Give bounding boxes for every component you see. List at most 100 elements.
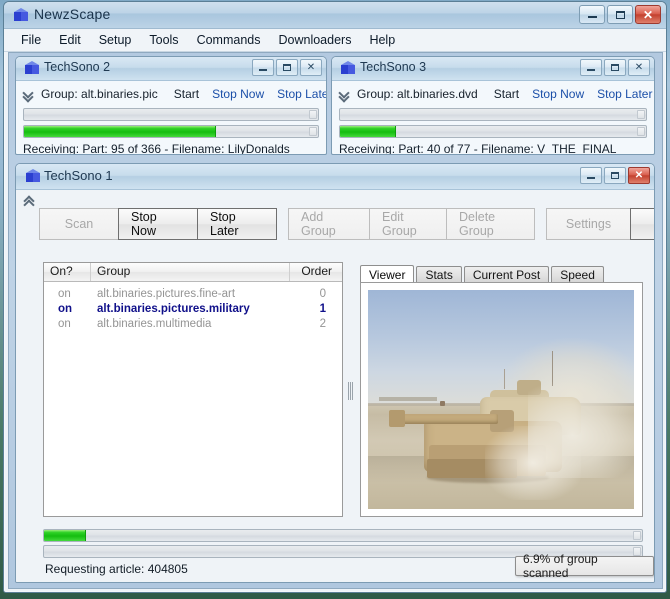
main-window: NewzScape ✕ File Edit Setup Tools Comman… bbox=[3, 1, 667, 593]
downloader-3-window-buttons: ✕ bbox=[580, 59, 650, 76]
downloader-2-titlebar[interactable]: TechSono 2 ✕ bbox=[16, 57, 326, 81]
downloader-2-body: Group: alt.binaries.pic Start Stop Now S… bbox=[16, 81, 326, 155]
row-order-cell: 0 bbox=[290, 288, 342, 300]
techsono1-title: TechSono 1 bbox=[44, 168, 113, 183]
row-order-cell: 2 bbox=[290, 318, 342, 330]
minimize-button[interactable] bbox=[580, 59, 602, 76]
app-title: NewzScape bbox=[34, 6, 111, 22]
downloader-3-progress-top bbox=[339, 108, 647, 121]
row-group-cell: alt.binaries.multimedia bbox=[91, 318, 290, 330]
close-button[interactable]: ✕ bbox=[635, 5, 661, 24]
maximize-button[interactable] bbox=[604, 59, 626, 76]
row-group-cell: alt.binaries.pictures.military bbox=[91, 303, 290, 315]
techsono1-window-buttons: ✕ bbox=[580, 167, 650, 184]
group-list-header: On? Group Order bbox=[44, 263, 342, 282]
table-row[interactable]: on alt.binaries.multimedia 2 bbox=[44, 316, 342, 331]
chevron-double-up-icon[interactable] bbox=[23, 194, 37, 208]
downloader-window-techsono-3: TechSono 3 ✕ Group: alt.binaries.dvd bbox=[331, 56, 655, 155]
close-button[interactable]: ✕ bbox=[628, 59, 650, 76]
help-button[interactable]: Help bbox=[630, 208, 655, 240]
cube-icon bbox=[26, 169, 40, 183]
stop-later-button[interactable]: Stop Later bbox=[197, 208, 277, 240]
scan-button[interactable]: Scan bbox=[39, 208, 119, 240]
maximize-button[interactable] bbox=[604, 167, 626, 184]
minimize-button[interactable] bbox=[252, 59, 274, 76]
minimize-button[interactable] bbox=[579, 5, 605, 24]
downloader-3-actions: Start Stop Now Stop Later bbox=[494, 87, 653, 101]
mdi-client-area: TechSono 2 ✕ Group: alt.binaries.pic bbox=[8, 52, 663, 589]
row-group-cell: alt.binaries.pictures.fine-art bbox=[91, 288, 290, 300]
stop-now-button[interactable]: Stop Now bbox=[118, 208, 198, 240]
table-row[interactable]: on alt.binaries.pictures.fine-art 0 bbox=[44, 286, 342, 301]
row-on-cell: on bbox=[44, 318, 91, 330]
downloader-2-group-label: Group: alt.binaries.pic bbox=[41, 87, 158, 101]
edit-group-button[interactable]: Edit Group bbox=[369, 208, 447, 240]
menu-edit[interactable]: Edit bbox=[50, 31, 90, 49]
menubar: File Edit Setup Tools Commands Downloade… bbox=[4, 29, 666, 52]
techsono1-titlebar[interactable]: TechSono 1 ✕ bbox=[16, 164, 654, 190]
downloader-2-header-row: Group: alt.binaries.pic Start Stop Now S… bbox=[23, 84, 319, 104]
menu-downloaders[interactable]: Downloaders bbox=[269, 31, 360, 49]
downloader-3-progress-bottom bbox=[339, 125, 647, 138]
minimize-button[interactable] bbox=[580, 167, 602, 184]
settings-button[interactable]: Settings bbox=[546, 208, 631, 240]
downloader-3-body: Group: alt.binaries.dvd Start Stop Now S… bbox=[332, 81, 654, 155]
stop-now-link[interactable]: Stop Now bbox=[532, 87, 584, 101]
downloader-2-progress-top bbox=[23, 108, 319, 121]
maximize-button[interactable] bbox=[607, 5, 633, 24]
main-window-buttons: ✕ bbox=[579, 5, 661, 24]
scan-progress-bar bbox=[43, 529, 643, 542]
menu-commands[interactable]: Commands bbox=[188, 31, 270, 49]
tab-speed[interactable]: Speed bbox=[551, 266, 604, 283]
tab-stats[interactable]: Stats bbox=[416, 266, 461, 283]
group-list-rows: on alt.binaries.pictures.fine-art 0 on a… bbox=[44, 282, 342, 331]
menu-help[interactable]: Help bbox=[360, 31, 404, 49]
cube-icon bbox=[25, 61, 39, 75]
toolbar: Scan Stop Now Stop Later Add Group Edit … bbox=[40, 208, 655, 240]
downloader-3-header-row: Group: alt.binaries.dvd Start Stop Now S… bbox=[339, 84, 647, 104]
chevron-double-down-icon[interactable] bbox=[23, 88, 36, 101]
close-button[interactable]: ✕ bbox=[628, 167, 650, 184]
desktop-background: NewzScape ✕ File Edit Setup Tools Comman… bbox=[0, 0, 670, 599]
scan-tooltip: 6.9% of group scanned bbox=[515, 556, 654, 576]
row-on-cell: on bbox=[44, 303, 91, 315]
downloader-2-window-buttons: ✕ bbox=[252, 59, 322, 76]
viewer-image[interactable] bbox=[368, 290, 634, 509]
chevron-double-down-icon[interactable] bbox=[339, 88, 352, 101]
downloader-3-group-label: Group: alt.binaries.dvd bbox=[357, 87, 478, 101]
stop-later-link[interactable]: Stop Later bbox=[597, 87, 652, 101]
status-text: Requesting article: 404805 bbox=[45, 562, 188, 576]
close-button[interactable]: ✕ bbox=[300, 59, 322, 76]
start-link[interactable]: Start bbox=[494, 87, 519, 101]
delete-group-button[interactable]: Delete Group bbox=[446, 208, 535, 240]
row-on-cell: on bbox=[44, 288, 91, 300]
downloader-2-actions: Start Stop Now Stop Later bbox=[174, 87, 327, 101]
downloader-3-titlebar[interactable]: TechSono 3 ✕ bbox=[332, 57, 654, 81]
main-titlebar[interactable]: NewzScape ✕ bbox=[4, 2, 666, 29]
group-list[interactable]: On? Group Order on alt.binaries.pictures… bbox=[43, 262, 343, 517]
panel-splitter[interactable] bbox=[347, 264, 355, 517]
stop-now-link[interactable]: Stop Now bbox=[212, 87, 264, 101]
downloader-2-title: TechSono 2 bbox=[44, 60, 110, 74]
row-order-cell: 1 bbox=[290, 303, 342, 315]
add-group-button[interactable]: Add Group bbox=[288, 208, 370, 240]
techsono1-body: Scan Stop Now Stop Later Add Group Edit … bbox=[16, 190, 654, 583]
viewer-tabs: Viewer Stats Current Post Speed bbox=[360, 264, 606, 283]
downloader-window-techsono-2: TechSono 2 ✕ Group: alt.binaries.pic bbox=[15, 56, 327, 155]
column-header-on[interactable]: On? bbox=[44, 263, 91, 281]
table-row[interactable]: on alt.binaries.pictures.military 1 bbox=[44, 301, 342, 316]
column-header-group[interactable]: Group bbox=[91, 263, 290, 281]
column-header-order[interactable]: Order bbox=[290, 263, 342, 281]
menu-file[interactable]: File bbox=[12, 31, 50, 49]
menu-tools[interactable]: Tools bbox=[140, 31, 187, 49]
stop-later-link[interactable]: Stop Later bbox=[277, 87, 327, 101]
menu-setup[interactable]: Setup bbox=[90, 31, 141, 49]
downloader-window-techsono-1: TechSono 1 ✕ Scan Stop Now Stop Later bbox=[15, 163, 655, 583]
maximize-button[interactable] bbox=[276, 59, 298, 76]
downloader-3-status: Receiving: Part: 40 of 77 - Filename: V_… bbox=[339, 142, 647, 155]
cube-icon bbox=[14, 8, 28, 22]
start-link[interactable]: Start bbox=[174, 87, 199, 101]
downloader-2-progress-bottom bbox=[23, 125, 319, 138]
viewer-panel bbox=[360, 282, 643, 517]
tab-current-post[interactable]: Current Post bbox=[464, 266, 549, 283]
